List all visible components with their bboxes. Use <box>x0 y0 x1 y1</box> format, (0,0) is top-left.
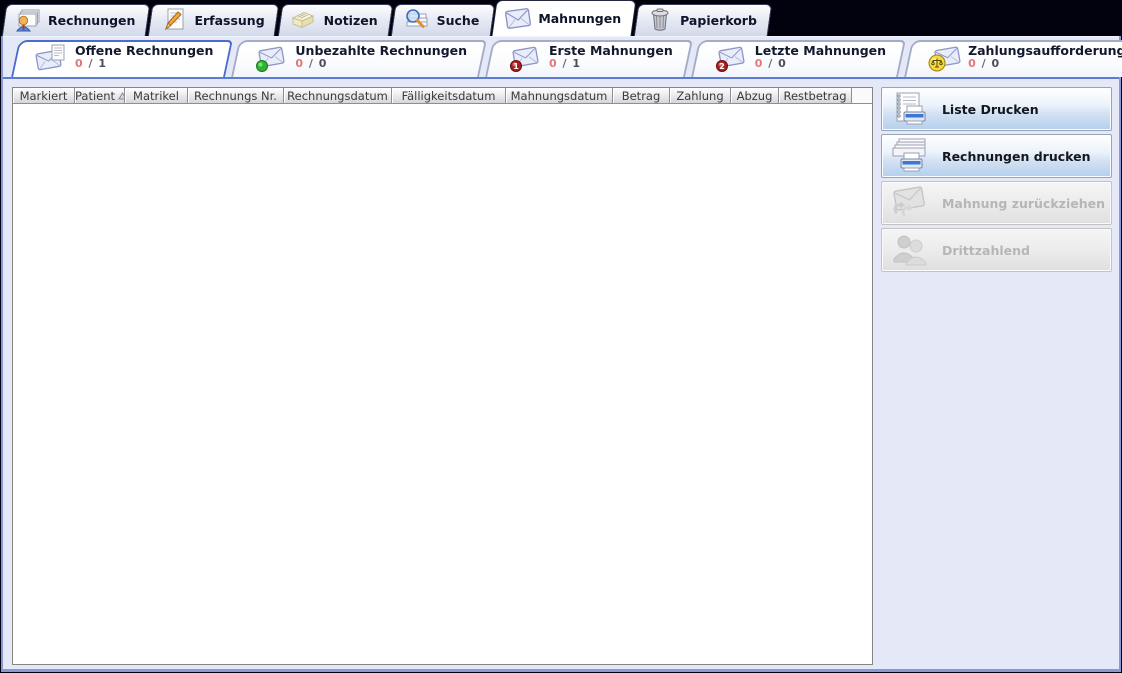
tab-notizen[interactable]: Notizen <box>280 4 391 36</box>
invoices-table: Markiert Patient Matrikel Rechnungs Nr. … <box>12 87 873 665</box>
count-selected: 0 <box>295 57 305 71</box>
main-panel: Offene Rechnungen 0 / 1 Unbezahlte Rechn… <box>1 36 1122 672</box>
subtab-erste-mahnungen[interactable]: 1 Erste Mahnungen 0 / 1 <box>489 40 689 77</box>
column-header-restbetrag[interactable]: Restbetrag <box>779 88 852 104</box>
subtab-label: Letzte Mahnungen <box>754 42 887 58</box>
action-label: Rechnungen drucken <box>941 148 1091 164</box>
tab-suche[interactable]: Suche <box>393 4 493 36</box>
svg-text:1: 1 <box>513 62 519 71</box>
count-total: 0 <box>778 57 787 71</box>
count-separator: / <box>562 57 568 71</box>
mahnung-zurueckziehen-button: Mahnung zurückziehen <box>880 181 1112 225</box>
count-selected: 0 <box>549 57 558 71</box>
column-header-patient[interactable]: Patient <box>75 88 125 104</box>
payment-request-envelope-icon <box>928 43 961 73</box>
column-header-mahnungsdatum[interactable]: Mahnungsdatum <box>506 88 613 104</box>
tab-mahnungen[interactable]: Mahnungen <box>494 0 634 36</box>
subtab-label: Offene Rechnungen <box>75 42 214 58</box>
rechnungen-drucken-button[interactable]: Rechnungen drucken <box>880 134 1112 178</box>
first-reminder-envelope-icon: 1 <box>509 43 541 73</box>
column-header-markiert[interactable]: Markiert <box>13 88 75 104</box>
tab-rechnungen[interactable]: Rechnungen <box>4 4 148 36</box>
offene-rechnungen-panel: Markiert Patient Matrikel Rechnungs Nr. … <box>3 77 1119 669</box>
app-window: Rechnungen Erfassung Notizen Suche Mahnu… <box>0 0 1122 673</box>
subtab-letzte-mahnungen[interactable]: 2 Letzte Mahnungen 0 / 0 <box>695 40 902 77</box>
open-invoice-envelope-icon <box>35 43 67 73</box>
table-body-empty <box>13 104 872 664</box>
tab-label: Suche <box>436 12 480 28</box>
subtab-counts: 0 / 0 <box>755 58 886 71</box>
column-header-faelligkeitsdatum[interactable]: Fälligkeitsdatum <box>392 88 506 104</box>
count-selected: 0 <box>75 57 84 71</box>
subtab-zahlungsaufforderungen[interactable]: Zahlungsaufforderungen 0 / 0 <box>908 40 1122 77</box>
tab-label: Erfassung <box>194 12 265 28</box>
count-total: 0 <box>318 57 328 71</box>
count-separator: / <box>88 57 94 71</box>
column-header-betrag[interactable]: Betrag <box>613 88 670 104</box>
count-separator: / <box>768 57 774 71</box>
pencil-document-icon <box>160 7 187 33</box>
column-header-filler <box>852 88 872 104</box>
last-reminder-envelope-icon: 2 <box>715 43 747 73</box>
action-label: Mahnung zurückziehen <box>941 195 1105 211</box>
column-header-matrikel[interactable]: Matrikel <box>125 88 188 104</box>
unpaid-envelope-icon <box>255 43 287 73</box>
svg-text:2: 2 <box>719 62 725 71</box>
subtab-label: Zahlungsaufforderungen <box>968 42 1122 58</box>
action-label: Liste Drucken <box>941 101 1039 117</box>
table-header-row: Markiert Patient Matrikel Rechnungs Nr. … <box>13 88 872 104</box>
tab-erfassung[interactable]: Erfassung <box>150 4 277 36</box>
notes-icon <box>290 7 317 33</box>
count-separator: / <box>308 57 314 71</box>
print-list-icon <box>888 90 934 128</box>
main-tab-bar: Rechnungen Erfassung Notizen Suche Mahnu… <box>0 0 1122 36</box>
search-stack-icon <box>403 7 430 33</box>
count-total: 1 <box>572 57 582 71</box>
subtab-counts: 0 / 1 <box>75 58 213 71</box>
tab-label: Rechnungen <box>48 12 136 28</box>
liste-drucken-button[interactable]: Liste Drucken <box>880 87 1112 131</box>
invoices-person-icon <box>14 7 41 33</box>
count-separator: / <box>981 57 987 71</box>
third-party-payer-icon <box>888 231 934 269</box>
mahnungen-sub-tab-bar: Offene Rechnungen 0 / 1 Unbezahlte Rechn… <box>3 36 1122 77</box>
action-label: Drittzahlend <box>941 242 1030 258</box>
drittzahlend-button: Drittzahlend <box>880 228 1112 272</box>
subtab-label: Erste Mahnungen <box>549 42 673 58</box>
trash-icon <box>646 7 673 33</box>
tab-label: Notizen <box>323 12 378 28</box>
subtab-label: Unbezahlte Rechnungen <box>295 42 468 58</box>
subtab-counts: 0 / 1 <box>549 58 673 71</box>
count-total: 1 <box>98 57 108 71</box>
subtab-counts: 0 / 0 <box>295 58 467 71</box>
column-header-zahlung[interactable]: Zahlung <box>670 88 731 104</box>
tab-label: Mahnungen <box>538 10 622 26</box>
tab-label: Papierkorb <box>680 12 757 28</box>
subtab-unbezahlte-rechnungen[interactable]: Unbezahlte Rechnungen 0 / 0 <box>235 40 483 77</box>
count-total: 0 <box>991 57 1001 71</box>
tab-papierkorb[interactable]: Papierkorb <box>636 4 770 36</box>
column-header-rechnungs-nr[interactable]: Rechnungs Nr. <box>188 88 284 104</box>
subtab-counts: 0 / 0 <box>968 58 1122 71</box>
sort-ascending-icon <box>118 91 124 99</box>
column-header-abzug[interactable]: Abzug <box>731 88 779 104</box>
withdraw-reminder-icon <box>888 184 934 222</box>
count-selected: 0 <box>968 57 977 71</box>
subtab-offene-rechnungen[interactable]: Offene Rechnungen 0 / 1 <box>15 40 229 77</box>
count-selected: 0 <box>754 57 764 71</box>
column-header-rechnungsdatum[interactable]: Rechnungsdatum <box>284 88 392 104</box>
print-invoices-icon <box>888 137 934 175</box>
action-panel: Liste Drucken Rechnungen drucken Mahnung… <box>873 87 1114 665</box>
envelope-icon <box>504 5 531 31</box>
